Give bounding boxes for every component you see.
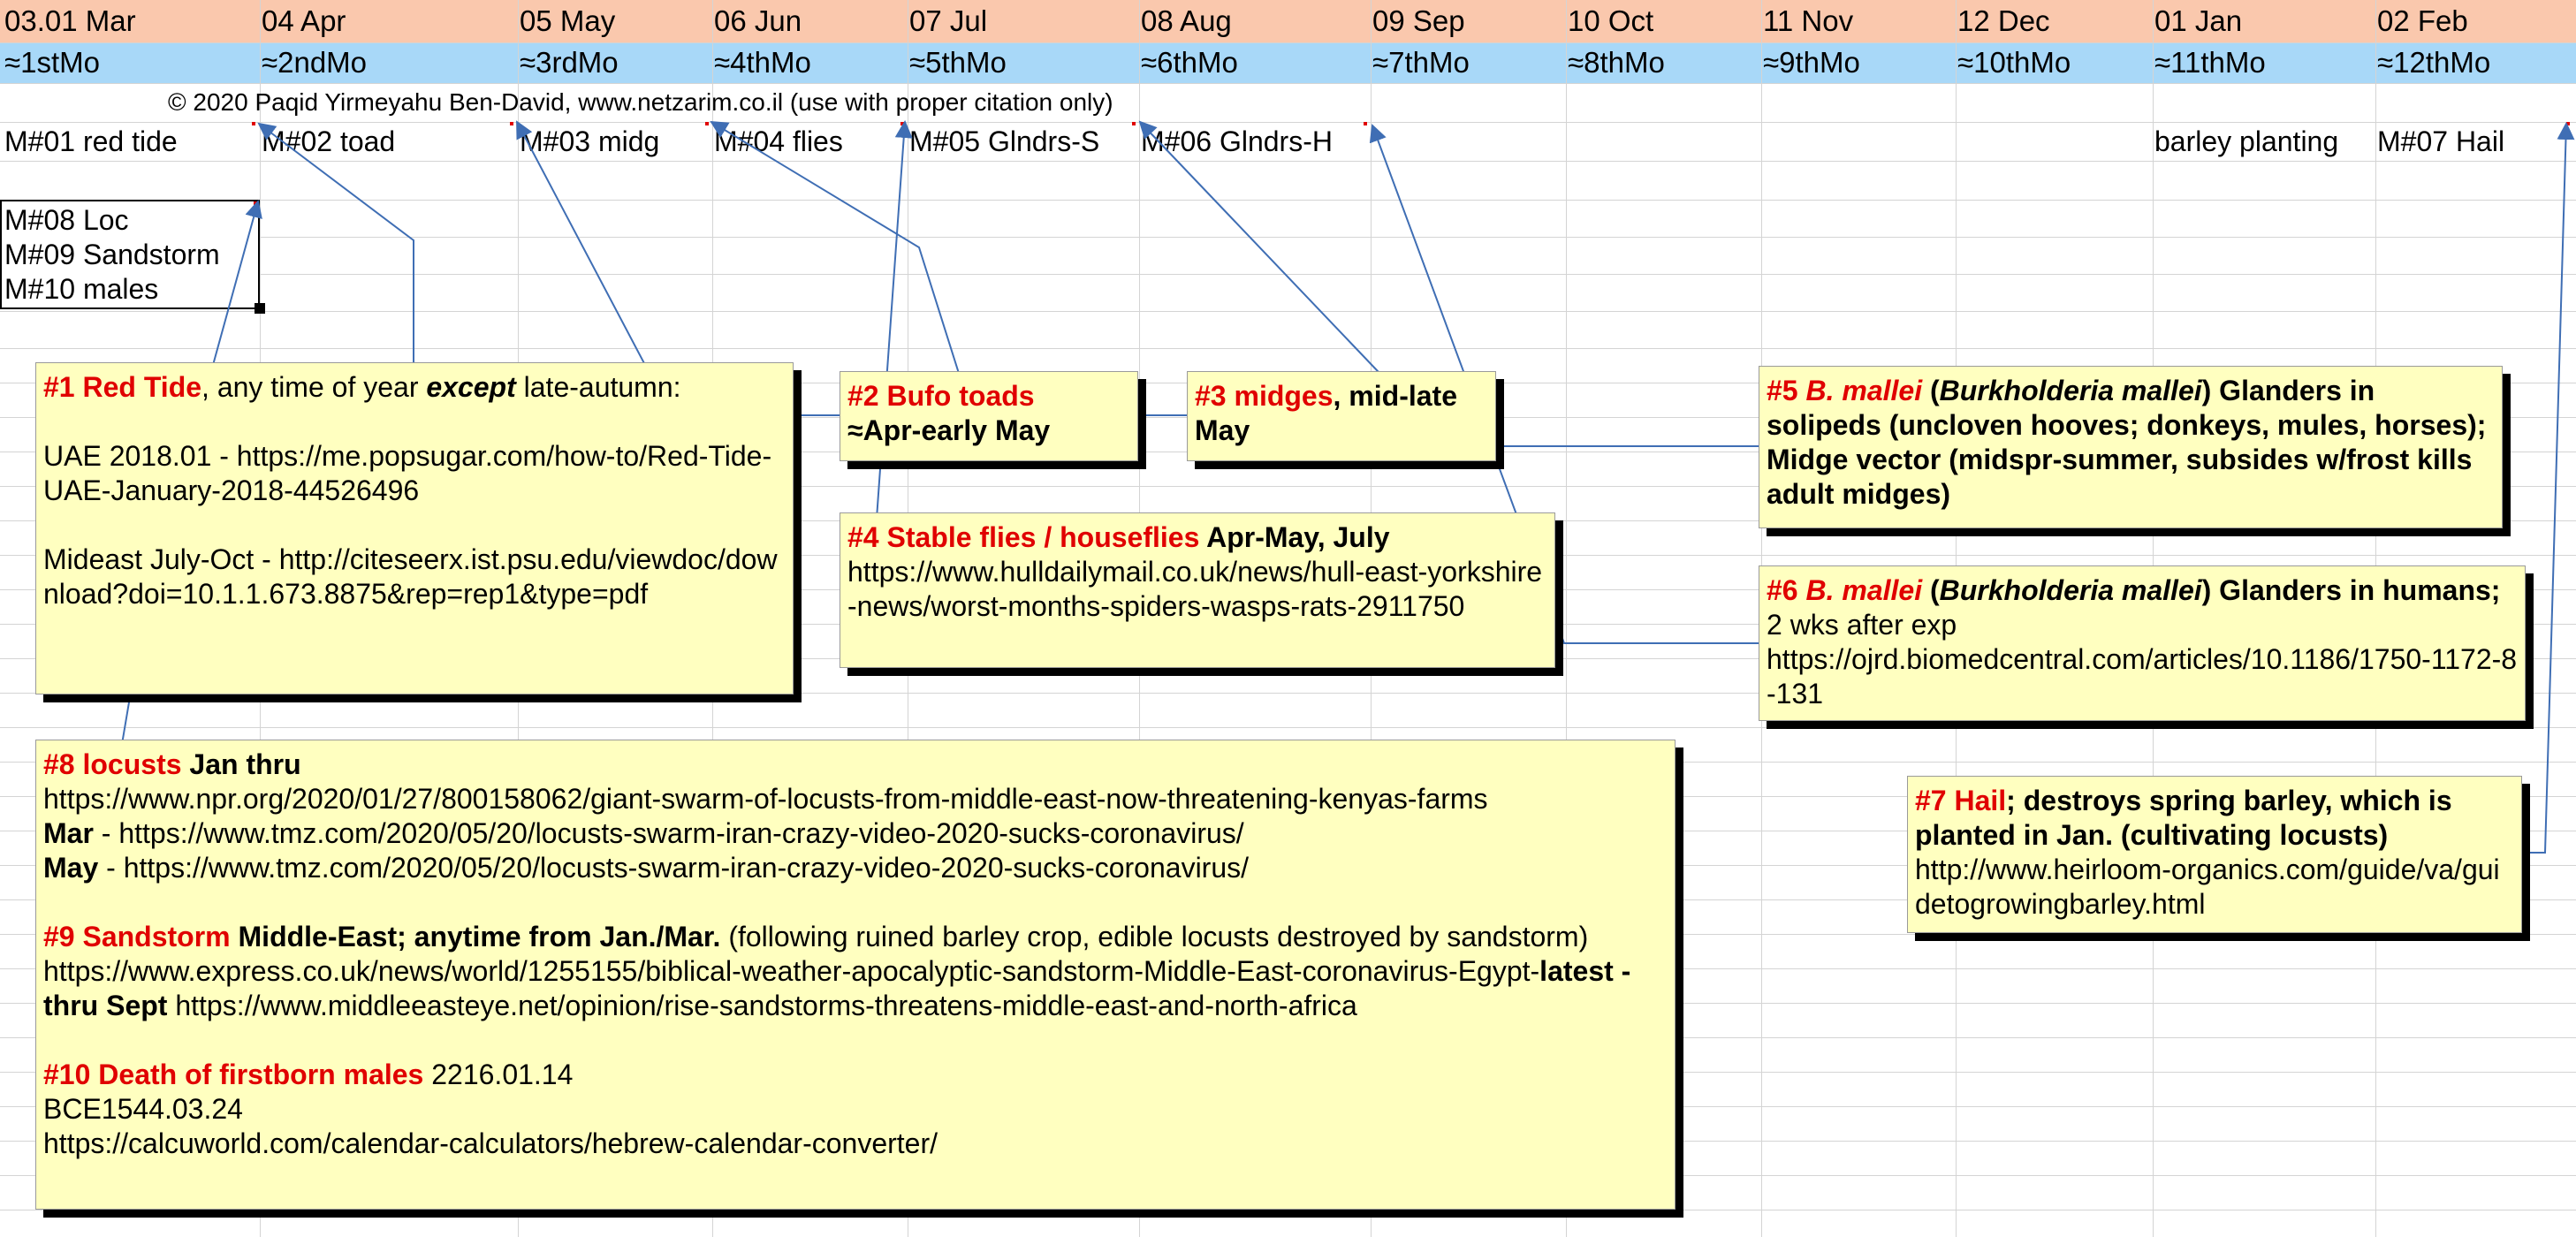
connector-note1 (257, 122, 414, 362)
note-text: ) Glanders in humans; (2201, 574, 2501, 606)
note-text: ≈Apr-early May (847, 414, 1051, 446)
note-text: http://www.heirloom-organics.com/guide/v… (1915, 854, 2500, 920)
comment-note-8[interactable]: #8 locusts Jan thru https://www.npr.org/… (35, 740, 1676, 1210)
comment-note-2[interactable]: #2 Bufo toads ≈Apr-early May (840, 371, 1138, 461)
spreadsheet-canvas[interactable]: 03.01 Mar 04 Apr 05 May 06 Jun 07 Jul 08… (0, 0, 2576, 1237)
note-title: #7 Hail (1915, 785, 2007, 816)
note-title: #3 midges (1195, 380, 1334, 412)
note-title: B. mallei (1805, 574, 1923, 606)
note-text: ( (1922, 375, 1940, 406)
note-text: https://calcuworld.com/calendar-calculat… (43, 1127, 938, 1159)
note-title: B. mallei (1805, 375, 1923, 406)
comment-note-4[interactable]: #4 Stable flies / houseflies Apr-May, Ju… (840, 512, 1555, 668)
note-text: BCE1544.03.24 (43, 1093, 243, 1125)
note-title: #10 Death of firstborn males (43, 1059, 424, 1090)
comment-note-7[interactable]: #7 Hail; destroys spring barley, which i… (1907, 776, 2522, 933)
note-text: , any time of year (201, 371, 427, 403)
note-text: Mar (43, 817, 94, 849)
comment-note-5[interactable]: #5 B. mallei (Burkholderia mallei) Gland… (1759, 366, 2503, 528)
note-title: #8 locusts (43, 748, 182, 780)
connector-note7 (2523, 122, 2575, 854)
note-text: https://www.npr.org/2020/01/27/800158062… (43, 783, 1488, 815)
note-text: https://ojrd.biomedcentral.com/articles/… (1767, 643, 2518, 710)
note-title: #6 (1767, 574, 1806, 606)
note-title: #2 Bufo toads (847, 380, 1035, 412)
comment-note-1[interactable]: #1 Red Tide, any time of year except lat… (35, 362, 794, 694)
note-text: - https://www.tmz.com/2020/05/20/locusts… (93, 817, 1244, 849)
note-text: Jan thru (181, 748, 301, 780)
note-text: https://www.middleeasteye.net/opinion/ri… (167, 990, 1357, 1021)
note-title: #4 Stable flies / houseflies (847, 521, 1200, 553)
comment-note-6[interactable]: #6 B. mallei (Burkholderia mallei) Gland… (1759, 565, 2526, 721)
note-text: - https://www.tmz.com/2020/05/20/locusts… (98, 852, 1250, 884)
note-text: ( (1922, 574, 1940, 606)
note-title: #5 (1767, 375, 1806, 406)
note-text: https://www.hulldailymail.co.uk/news/hul… (847, 556, 1543, 622)
note-text: Burkholderia mallei (1939, 375, 2202, 406)
note-text: Middle-East; anytime from Jan./Mar. (230, 921, 721, 952)
note-text: Burkholderia mallei (1939, 574, 2202, 606)
comment-note-3[interactable]: #3 midges, mid-late May (1187, 371, 1496, 461)
note-text: May (43, 852, 99, 884)
note-text: Apr-May, July (1199, 521, 1390, 553)
note-text: except (426, 371, 516, 403)
connector-note4 (848, 120, 913, 544)
note-text: Mideast July-Oct - http://citeseerx.ist.… (43, 543, 778, 610)
note-title: #9 Sandstorm (43, 921, 231, 952)
note-text: late-autumn: (515, 371, 681, 403)
note-title: #1 Red Tide (43, 371, 202, 403)
note-text: UAE 2018.01 - https://me.popsugar.com/ho… (43, 440, 772, 506)
note-text: 2 wks after exp (1767, 609, 1957, 641)
note-text: 2216.01.14 (423, 1059, 574, 1090)
